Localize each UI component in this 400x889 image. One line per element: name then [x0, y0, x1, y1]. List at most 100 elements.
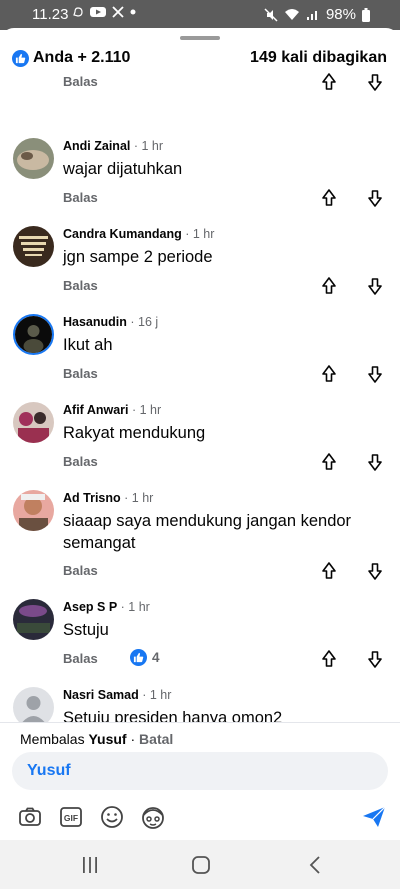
comment-meta: Andi Zainal · 1 hr — [63, 139, 163, 153]
avatar-sticker-icon[interactable] — [139, 803, 167, 831]
camera-icon[interactable] — [16, 803, 44, 831]
downvote-icon[interactable] — [366, 72, 384, 92]
comment-actions: Balas — [0, 276, 400, 300]
mention-tag: Yusuf — [27, 762, 71, 779]
upvote-icon[interactable] — [320, 72, 338, 92]
comment-meta: Asep S P · 1 hr — [63, 600, 150, 614]
comment-text: Setuju presiden hanya omon2 — [63, 709, 283, 722]
comment-actions: Balas — [0, 364, 400, 388]
comment-text: Rakyat mendukung — [63, 424, 206, 442]
reply-composer: Membalas Yusuf · Batal Yusuf GIF — [0, 722, 400, 840]
comment-text: Sstuju — [63, 621, 109, 639]
reply-button[interactable]: Balas — [63, 366, 98, 381]
reply-button[interactable]: Balas — [63, 651, 98, 666]
downvote-icon[interactable] — [366, 276, 384, 296]
commenter-name[interactable]: Hasanudin — [63, 315, 127, 329]
comment-list[interactable]: Balas Andi Zainal · 1 hr wajar dijatuhka… — [0, 70, 400, 722]
cancel-reply-button[interactable]: Batal — [139, 731, 173, 747]
home-icon[interactable] — [188, 852, 214, 878]
downvote-icon[interactable] — [366, 561, 384, 581]
send-icon[interactable] — [360, 803, 388, 831]
upvote-icon[interactable] — [320, 649, 338, 669]
reply-button[interactable]: Balas — [63, 74, 98, 89]
comment-meta: Hasanudin · 16 j — [63, 315, 158, 329]
comment-actions: Balas — [0, 72, 400, 96]
commenter-name[interactable]: Afif Anwari — [63, 403, 129, 417]
whatsapp-icon — [73, 7, 83, 17]
reply-button[interactable]: Balas — [63, 563, 98, 578]
battery-icon — [362, 7, 370, 22]
status-time: 11.23 — [32, 6, 69, 23]
replying-to-name: Yusuf — [88, 731, 127, 747]
wifi-icon — [284, 9, 299, 20]
upvote-icon[interactable] — [320, 561, 338, 581]
avatar[interactable] — [13, 490, 54, 531]
commenter-name[interactable]: Ad Trisno — [63, 491, 121, 505]
comment-text: jgn sampe 2 periode — [63, 248, 213, 266]
avatar[interactable] — [13, 687, 54, 722]
downvote-icon[interactable] — [366, 364, 384, 384]
comment-time: · 1 hr — [138, 688, 172, 702]
comment-actions: Balas — [0, 452, 400, 476]
avatar[interactable] — [13, 138, 54, 179]
upvote-icon[interactable] — [320, 276, 338, 296]
upvote-icon[interactable] — [320, 364, 338, 384]
back-icon[interactable] — [302, 852, 328, 878]
android-nav-bar — [0, 840, 400, 889]
avatar[interactable] — [13, 314, 54, 355]
battery-level: 98% — [325, 6, 356, 23]
downvote-icon[interactable] — [366, 188, 384, 208]
comment-time: · 1 hr — [130, 139, 164, 153]
comment-time: · 1 hr — [181, 227, 215, 241]
gif-icon[interactable]: GIF — [57, 803, 85, 831]
comment-time: · 1 hr — [128, 403, 162, 417]
commenter-name[interactable]: Andi Zainal — [63, 139, 130, 153]
comments-sheet: Anda + 2.110 149 kali dibagikan Balas An… — [0, 28, 400, 840]
comment-meta: Nasri Samad · 1 hr — [63, 688, 171, 702]
comment-time: · 16 j — [126, 315, 159, 329]
avatar[interactable] — [13, 599, 54, 640]
youtube-icon — [90, 7, 106, 17]
commenter-name[interactable]: Candra Kumandang — [63, 227, 182, 241]
recent-apps-icon[interactable] — [77, 852, 103, 878]
upvote-icon[interactable] — [320, 188, 338, 208]
like-reaction-icon — [130, 649, 147, 666]
system-icons: 98% — [264, 6, 370, 23]
gif-label: GIF — [64, 813, 78, 823]
composer-toolbar: GIF — [0, 803, 400, 833]
comment-actions: Balas — [0, 188, 400, 212]
downvote-icon[interactable] — [366, 649, 384, 669]
reaction-summary-bar: Anda + 2.110 149 kali dibagikan — [0, 48, 400, 70]
upvote-icon[interactable] — [320, 452, 338, 472]
comment-text: siaaap saya mendukung jangan kendor sema… — [63, 512, 352, 552]
comment-actions: Balas 4 — [0, 649, 400, 673]
dot-icon — [130, 9, 136, 15]
comment-text: wajar dijatuhkan — [63, 160, 183, 178]
comment-text: Ikut ah — [63, 336, 113, 354]
downvote-icon[interactable] — [366, 452, 384, 472]
comment-input[interactable]: Yusuf — [12, 752, 388, 790]
avatar[interactable] — [13, 226, 54, 267]
comment-meta: Afif Anwari · 1 hr — [63, 403, 161, 417]
comment-reactions[interactable]: 4 — [130, 649, 160, 666]
comment-meta: Candra Kumandang · 1 hr — [63, 227, 214, 241]
avatar[interactable] — [13, 402, 54, 443]
reply-button[interactable]: Balas — [63, 278, 98, 293]
signal-icon — [306, 11, 317, 20]
comment-time: · 1 hr — [117, 600, 150, 614]
status-bar: 11.23 98% — [0, 0, 400, 30]
reply-button[interactable]: Balas — [63, 454, 98, 469]
commenter-name[interactable]: Nasri Samad — [63, 688, 139, 702]
commenter-name[interactable]: Asep S P — [63, 600, 117, 614]
like-reaction-icon — [12, 50, 29, 67]
replying-to-label: Membalas — [20, 731, 89, 747]
reply-button[interactable]: Balas — [63, 190, 98, 205]
comment-meta: Ad Trisno · 1 hr — [63, 491, 153, 505]
reactors-count[interactable]: Anda + 2.110 — [33, 49, 130, 67]
comment-actions: Balas — [0, 561, 400, 585]
separator: · — [126, 731, 140, 747]
emoji-icon[interactable] — [98, 803, 126, 831]
shares-count[interactable]: 149 kali dibagikan — [250, 49, 387, 67]
sheet-drag-handle[interactable] — [180, 36, 220, 40]
reaction-count: 4 — [152, 650, 160, 665]
